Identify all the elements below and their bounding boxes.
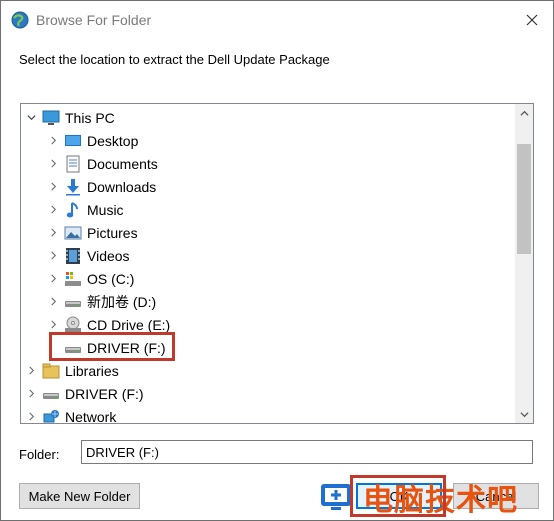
tree-item-label: Pictures — [87, 224, 138, 241]
tree-item-documents[interactable]: Documents — [47, 152, 158, 175]
tree-item-label: This PC — [65, 109, 115, 126]
chevron-right-icon[interactable] — [25, 365, 37, 377]
tree-item-label: Videos — [87, 247, 130, 264]
scroll-down-button[interactable] — [515, 405, 533, 423]
make-new-folder-button[interactable]: Make New Folder — [19, 483, 140, 509]
tree-item-label: Libraries — [65, 362, 119, 379]
documents-icon — [63, 155, 83, 173]
folder-label: Folder: — [19, 447, 60, 462]
videos-icon — [63, 247, 83, 265]
computer-icon — [41, 109, 61, 127]
tree-item-label: OS (C:) — [87, 270, 135, 287]
chevron-down-icon[interactable] — [25, 112, 37, 124]
tree-item-downloads[interactable]: Downloads — [47, 175, 156, 198]
scroll-up-button[interactable] — [515, 104, 533, 122]
selected-item-highlight-box — [49, 332, 175, 361]
scrollbar-thumb[interactable] — [517, 144, 531, 254]
tree-item-music[interactable]: Music — [47, 198, 124, 221]
drive-icon — [41, 385, 61, 403]
folder-tree-list: This PC Desktop Documents Downloads Musi… — [21, 104, 515, 423]
drive-icon — [63, 293, 83, 311]
libraries-icon — [41, 362, 61, 380]
network-icon — [41, 408, 61, 424]
os-drive-icon — [63, 270, 83, 288]
downloads-icon — [63, 178, 83, 196]
chevron-right-icon[interactable] — [25, 411, 37, 423]
tree-item-new-volume-d[interactable]: 新加卷 (D:) — [47, 290, 156, 313]
tree-item-libraries[interactable]: Libraries — [25, 359, 119, 382]
tree-item-desktop[interactable]: Desktop — [47, 129, 138, 152]
window-title: Browse For Folder — [36, 12, 152, 28]
tree-item-label: Downloads — [87, 178, 157, 195]
chevron-right-icon[interactable] — [47, 296, 59, 308]
tree-item-this-pc[interactable]: This PC — [25, 106, 115, 129]
tree-item-pictures[interactable]: Pictures — [47, 221, 138, 244]
tree-item-label: Music — [87, 201, 124, 218]
tree-item-label: Network — [65, 408, 117, 424]
instruction-text: Select the location to extract the Dell … — [19, 52, 330, 67]
pictures-icon — [63, 224, 83, 242]
ok-button-highlight-box — [350, 475, 446, 517]
chevron-right-icon[interactable] — [25, 388, 37, 400]
app-globe-icon — [11, 11, 29, 29]
chevron-right-icon[interactable] — [47, 135, 59, 147]
folder-tree[interactable]: This PC Desktop Documents Downloads Musi… — [20, 103, 534, 424]
tree-item-driver-f[interactable]: DRIVER (F:) — [25, 382, 144, 405]
chevron-right-icon[interactable] — [47, 273, 59, 285]
tree-item-label: DRIVER (F:) — [65, 385, 144, 402]
chevron-right-icon[interactable] — [47, 181, 59, 193]
chevron-right-icon[interactable] — [47, 319, 59, 331]
tree-item-label: Documents — [87, 155, 158, 172]
chevron-down-icon — [519, 411, 529, 417]
chevron-up-icon — [519, 110, 529, 116]
chevron-right-icon[interactable] — [47, 158, 59, 170]
tree-item-label: 新加卷 (D:) — [87, 293, 157, 310]
browse-for-folder-dialog: Browse For Folder Select the location to… — [0, 0, 554, 521]
close-button[interactable] — [516, 5, 548, 35]
cd-drive-icon — [63, 316, 83, 334]
folder-input[interactable] — [81, 440, 533, 464]
chevron-right-icon[interactable] — [47, 250, 59, 262]
tree-item-videos[interactable]: Videos — [47, 244, 130, 267]
music-icon — [63, 201, 83, 219]
tree-item-os-c[interactable]: OS (C:) — [47, 267, 134, 290]
desktop-icon — [63, 132, 83, 150]
close-icon — [526, 14, 538, 26]
title-bar[interactable]: Browse For Folder — [1, 1, 553, 39]
tree-item-label: CD Drive (E:) — [87, 316, 171, 333]
tree-vertical-scrollbar[interactable] — [515, 104, 533, 423]
tree-item-network[interactable]: Network — [25, 405, 117, 424]
chevron-right-icon[interactable] — [47, 227, 59, 239]
chevron-right-icon[interactable] — [47, 204, 59, 216]
tree-item-label: Desktop — [87, 132, 139, 149]
